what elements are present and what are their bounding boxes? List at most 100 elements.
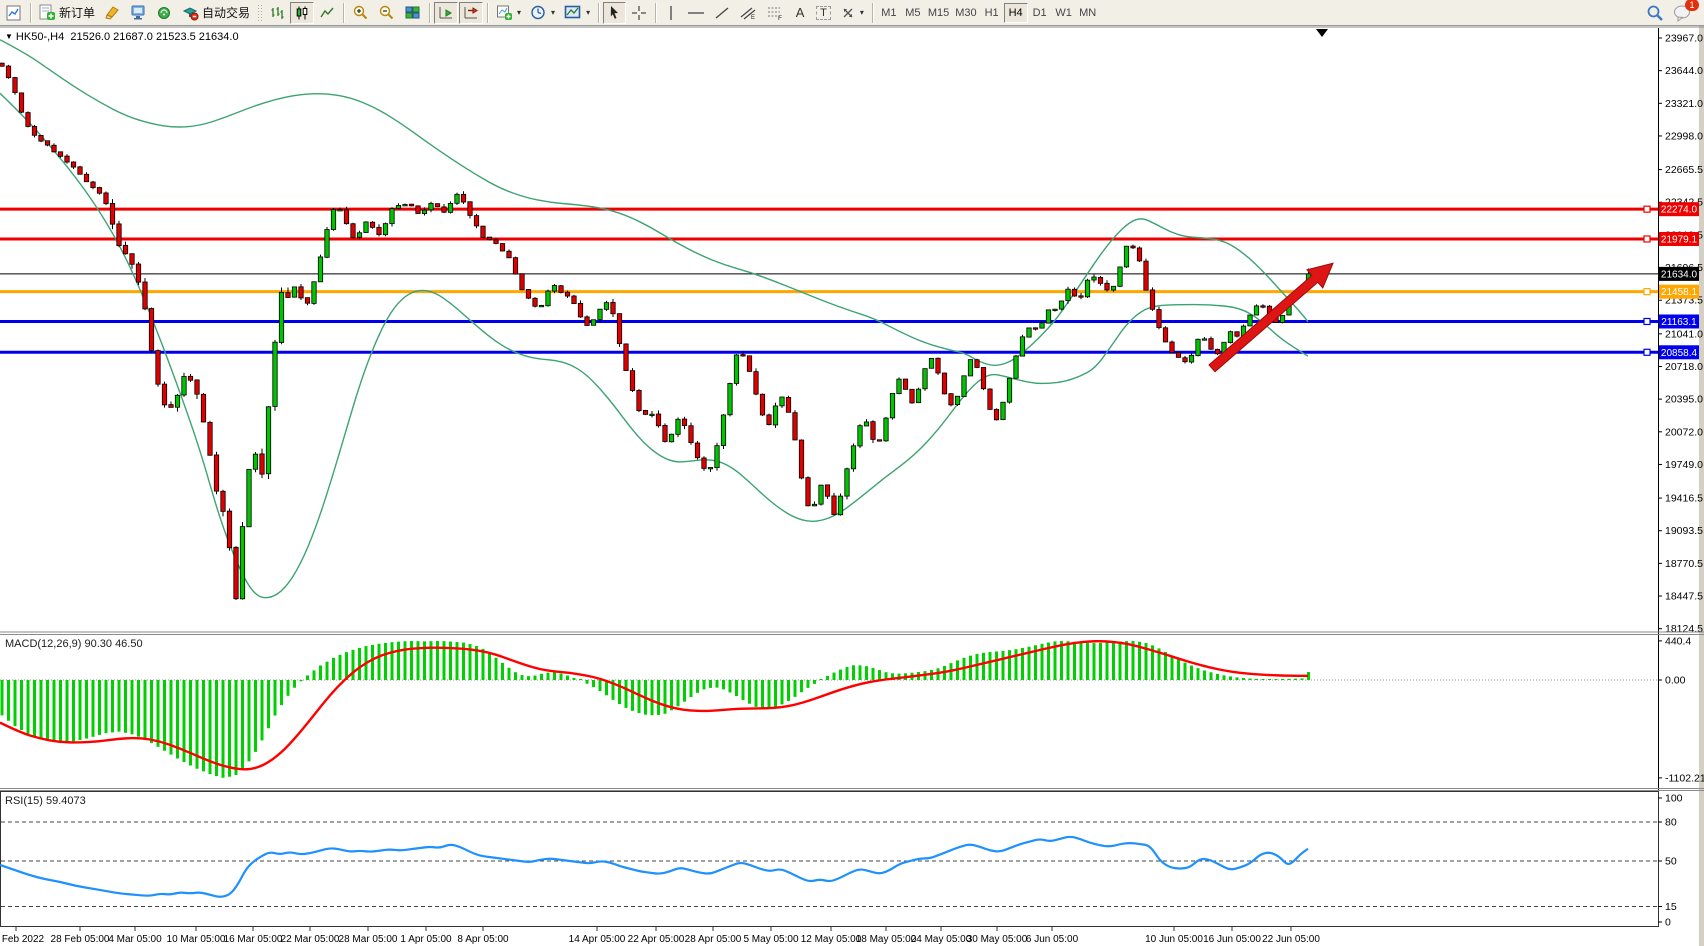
candle-body — [845, 469, 849, 496]
price-tag-label: 22274.0 — [1661, 205, 1698, 216]
candle-body — [1014, 356, 1018, 378]
terminal-icon[interactable] — [126, 2, 151, 24]
candle-body — [182, 376, 186, 395]
candle-body — [1144, 261, 1148, 290]
candlestick-chart-button[interactable] — [290, 2, 314, 24]
candle-body — [162, 384, 166, 405]
tf-button-W1[interactable]: W1 — [1052, 3, 1076, 23]
bar-chart-button[interactable] — [265, 2, 289, 24]
template-button[interactable]: ▾ — [560, 2, 594, 24]
rsi-value: 59.4073 — [46, 795, 86, 807]
candle-body — [871, 422, 875, 440]
candle-body — [910, 389, 914, 403]
tf-button-M1[interactable]: M1 — [877, 3, 901, 23]
tile-windows-button[interactable] — [400, 2, 425, 24]
line-chart-button[interactable] — [315, 2, 339, 24]
candle-body — [1228, 332, 1232, 343]
time-axis-label: 8 Apr 05:00 — [457, 934, 509, 945]
candle-body — [1059, 301, 1063, 309]
channel-button[interactable]: E — [735, 2, 761, 24]
candle-body — [188, 376, 192, 380]
time-axis-label: 6 Jun 05:00 — [1026, 934, 1079, 945]
svg-text:E: E — [751, 15, 755, 21]
tf-button-D1[interactable]: D1 — [1028, 3, 1052, 23]
candle-body — [130, 254, 134, 265]
candle-body — [975, 360, 979, 368]
candle-body — [292, 287, 296, 297]
candle-body — [1027, 328, 1031, 337]
tf-button-M30[interactable]: M30 — [952, 3, 979, 23]
candle-body — [1098, 277, 1102, 283]
candle-body — [526, 289, 530, 298]
tf-button-M15[interactable]: M15 — [925, 3, 952, 23]
level-handle — [1644, 236, 1650, 242]
text-label-button[interactable]: T — [812, 2, 835, 24]
signal-icon[interactable] — [152, 2, 177, 24]
tile-windows-icon — [404, 4, 421, 21]
candle-body — [481, 226, 485, 237]
arrows-button[interactable]: ▾ — [836, 2, 868, 24]
price-tick-label: 19749.0 — [1665, 459, 1703, 471]
chevron-down-icon: ▾ — [860, 8, 864, 17]
chart-ohlc-values: 21526.0 21687.0 21523.5 21634.0 — [70, 31, 238, 43]
highlighter-icon[interactable] — [100, 2, 125, 24]
price-tag-label: 21163.1 — [1661, 317, 1697, 328]
candle-body — [149, 308, 153, 350]
candle-body — [630, 371, 634, 391]
candle-body — [513, 258, 517, 274]
candle-body — [929, 358, 933, 368]
candle-body — [377, 227, 381, 234]
chart-canvas[interactable]: 23967.023644.023321.022998.022665.522342… — [0, 26, 1704, 946]
new-order-button[interactable]: 新订单 — [35, 2, 99, 24]
candle-body — [1163, 328, 1167, 342]
fibonacci-button[interactable]: F — [762, 2, 788, 24]
candle-body — [461, 194, 465, 202]
auto-scroll-button[interactable] — [434, 2, 458, 24]
candle-body — [1001, 402, 1005, 419]
text-label-icon: T — [816, 6, 831, 20]
horizontal-line-button[interactable] — [683, 2, 709, 24]
tf-button-MN[interactable]: MN — [1076, 3, 1100, 23]
tf-button-H4[interactable]: H4 — [1004, 3, 1028, 23]
candle-body — [13, 78, 17, 93]
chart-shift-button[interactable] — [459, 2, 483, 24]
candle-body — [799, 440, 803, 478]
trendline-button[interactable] — [710, 2, 734, 24]
candle-body — [1170, 342, 1174, 353]
candle-body — [91, 182, 95, 188]
tf-button-M5[interactable]: M5 — [901, 3, 925, 23]
candle-body — [364, 222, 368, 233]
candle-body — [1007, 378, 1011, 402]
template-icon — [564, 4, 582, 21]
candle-body — [1046, 310, 1050, 323]
vertical-line-button[interactable] — [660, 2, 682, 24]
timeframe-toolbar: M1M5M15M30H1H4D1W1MN — [877, 3, 1100, 23]
zoom-in-button[interactable] — [348, 2, 373, 24]
time-axis-label: 24 May 05:00 — [911, 934, 972, 945]
cursor-button[interactable] — [603, 2, 626, 24]
candle-body — [318, 257, 322, 282]
candle-body — [45, 141, 49, 145]
candle-body — [773, 406, 777, 425]
chat-button[interactable]: 1 — [1669, 2, 1696, 24]
search-button[interactable] — [1642, 2, 1668, 24]
new-chart-button[interactable]: ▾ — [492, 2, 525, 24]
candle-body — [312, 282, 316, 304]
candle-body — [39, 135, 43, 141]
candle-body — [734, 355, 738, 383]
candle-body — [851, 446, 855, 469]
candle-body — [689, 426, 693, 443]
tf-button-H1[interactable]: H1 — [980, 3, 1004, 23]
autotrading-button[interactable]: 自动交易 — [178, 2, 254, 24]
candle-body — [403, 204, 407, 205]
time-axis-label: 22 Mar 05:00 — [281, 934, 340, 945]
candle-body — [1020, 337, 1024, 356]
zoom-out-button[interactable] — [374, 2, 399, 24]
candle-body — [143, 282, 147, 309]
candle-body — [988, 389, 992, 409]
collapse-caret-icon[interactable]: ▼ — [5, 32, 13, 41]
period-button[interactable]: ▾ — [526, 2, 559, 24]
crosshair-button[interactable] — [627, 2, 651, 24]
text-button[interactable]: A — [789, 2, 811, 24]
chart-page-icon[interactable] — [2, 2, 26, 24]
